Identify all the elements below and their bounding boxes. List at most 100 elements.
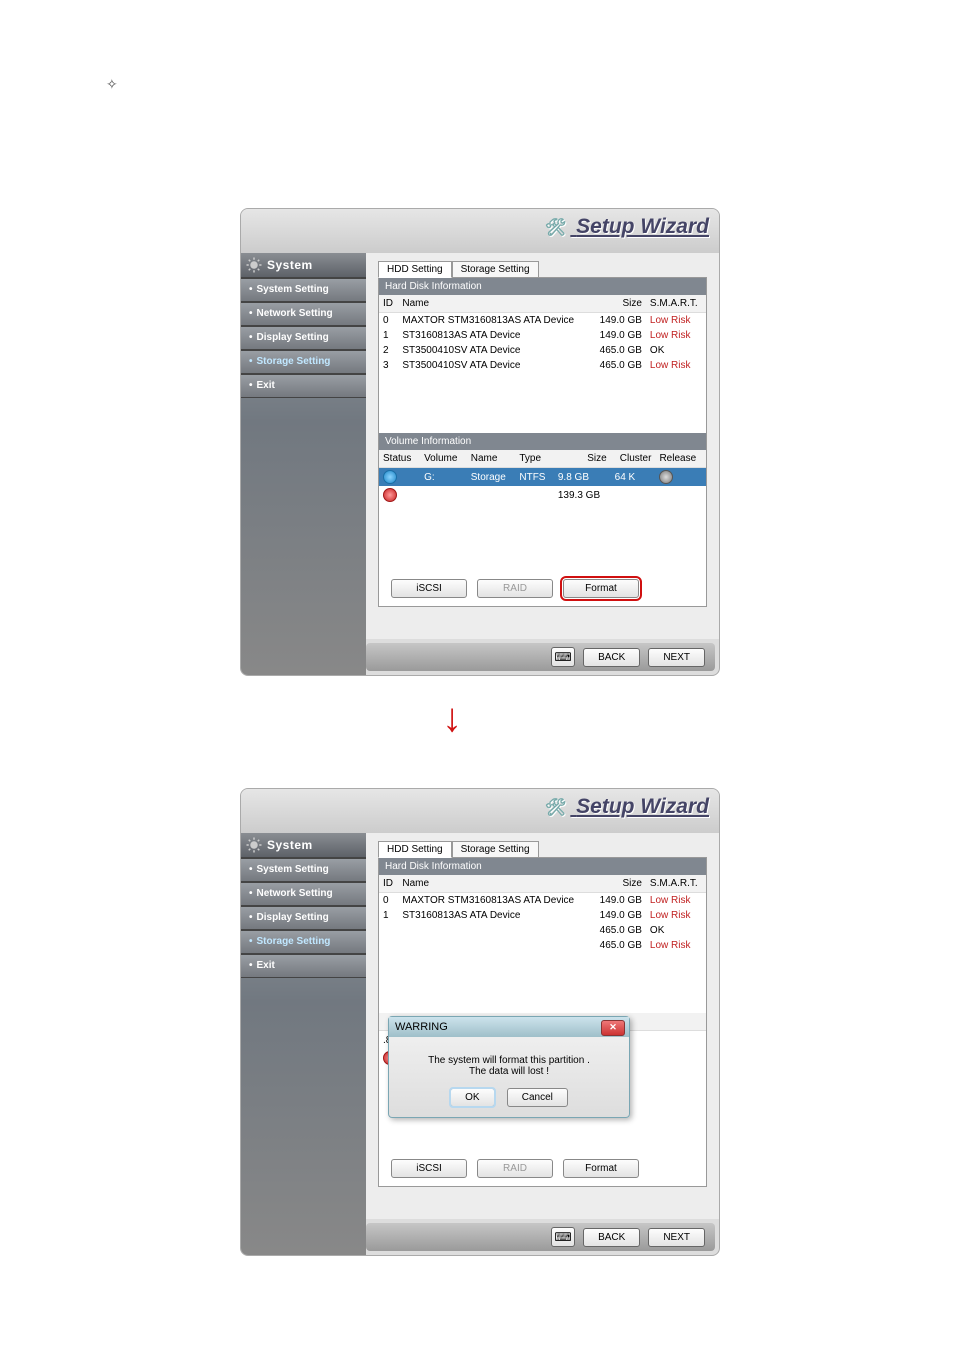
col-id: ID [379, 295, 398, 313]
hdd-section-title: Hard Disk Information [379, 858, 706, 875]
next-button[interactable]: NEXT [648, 1228, 705, 1247]
sidebar-item-system-setting[interactable]: •System Setting [241, 278, 366, 302]
dialog-message-line1: The system will format this partition . [399, 1055, 619, 1066]
volume-section-title: Volume Information [379, 433, 706, 450]
setup-wizard-window-2: 🛠 Setup Wizard System •System Setting •N… [240, 788, 720, 1256]
dialog-cancel-button[interactable]: Cancel [507, 1088, 568, 1107]
status-error-icon [383, 488, 397, 502]
content-panel: HDD Setting Storage Setting Hard Disk In… [366, 833, 719, 1219]
hdd-row[interactable]: 3ST3500410SV ATA Device465.0 GBLow Risk [379, 358, 706, 373]
sidebar-item-display-setting[interactable]: •Display Setting [241, 326, 366, 350]
col-cluster: Cluster [611, 450, 656, 468]
setup-wizard-window-1: 🛠 Setup Wizard System •System Setting •N… [240, 208, 720, 676]
action-buttons: iSCSI RAID Format [391, 579, 639, 598]
sidebar-heading: System [241, 833, 366, 858]
col-release: Release [655, 450, 706, 468]
gear-icon [245, 256, 263, 274]
tabs: HDD Setting Storage Setting [378, 261, 719, 278]
content-panel: HDD Setting Storage Setting Hard Disk In… [366, 253, 719, 639]
action-buttons: iSCSI RAID Format [391, 1159, 639, 1178]
col-name: Name [398, 875, 591, 893]
dialog-message-line2: The data will lost ! [399, 1066, 619, 1077]
tabs: HDD Setting Storage Setting [378, 841, 719, 858]
sidebar-item-storage-setting[interactable]: •Storage Setting [241, 930, 366, 954]
format-button[interactable]: Format [563, 579, 639, 598]
sidebar-heading: System [241, 253, 366, 278]
sidebar: System •System Setting •Network Setting … [241, 253, 366, 675]
hdd-row[interactable]: 2ST3500410SV ATA Device465.0 GBOK [379, 343, 706, 358]
tab-storage-setting[interactable]: Storage Setting [452, 841, 539, 858]
hdd-row[interactable]: 1ST3160813AS ATA Device149.0 GBLow Risk [379, 328, 706, 343]
next-button[interactable]: NEXT [648, 648, 705, 667]
sidebar-item-exit[interactable]: •Exit [241, 954, 366, 978]
tab-hdd-setting[interactable]: HDD Setting [378, 841, 452, 858]
hdd-row[interactable]: 0MAXTOR STM3160813AS ATA Device149.0 GBL… [379, 893, 706, 909]
sidebar-item-display-setting[interactable]: •Display Setting [241, 906, 366, 930]
volume-row[interactable]: 139.3 GB [379, 486, 706, 504]
vol-header-row: Status Volume Name Type Size Cluster Rel… [379, 450, 706, 468]
col-size: Size [592, 875, 646, 893]
format-button[interactable]: Format [563, 1159, 639, 1178]
dialog-titlebar: WARRING ✕ [389, 1017, 629, 1037]
hdd-row[interactable]: 465.0 GBOK [379, 923, 706, 938]
col-size: Size [554, 450, 611, 468]
warning-dialog: WARRING ✕ The system will format this pa… [388, 1016, 630, 1118]
dialog-buttons: OK Cancel [389, 1085, 629, 1117]
dialog-title-text: WARRING [395, 1021, 448, 1033]
tab-panel: Hard Disk Information ID Name Size S.M.A… [378, 277, 707, 607]
hdd-row[interactable]: 465.0 GBLow Risk [379, 938, 706, 953]
col-type: Type [515, 450, 554, 468]
gear-icon [245, 836, 263, 854]
iscsi-button[interactable]: iSCSI [391, 1159, 467, 1178]
tab-storage-setting[interactable]: Storage Setting [452, 261, 539, 278]
raid-button[interactable]: RAID [477, 579, 553, 598]
col-status: Status [379, 450, 420, 468]
sidebar: System •System Setting •Network Setting … [241, 833, 366, 1255]
wizard-footer: ⌨ BACK NEXT [366, 1223, 715, 1251]
hdd-table: ID Name Size S.M.A.R.T. 0MAXTOR STM31608… [379, 295, 706, 373]
wizard-title-text: Setup Wizard [576, 795, 709, 818]
col-id: ID [379, 875, 398, 893]
wrench-icon: 🛠 [545, 798, 567, 818]
keyboard-icon[interactable]: ⌨ [551, 647, 575, 667]
wizard-header: 🛠 Setup Wizard [241, 209, 719, 253]
volume-table: Status Volume Name Type Size Cluster Rel… [379, 450, 706, 504]
raid-button[interactable]: RAID [477, 1159, 553, 1178]
back-button[interactable]: BACK [583, 648, 640, 667]
diamond-icon: ✧ [106, 76, 118, 93]
status-ok-icon [383, 470, 397, 484]
keyboard-icon[interactable]: ⌨ [551, 1227, 575, 1247]
sidebar-item-storage-setting[interactable]: •Storage Setting [241, 350, 366, 374]
sidebar-heading-text: System [267, 258, 313, 272]
hdd-header-row: ID Name Size S.M.A.R.T. [379, 875, 706, 893]
back-button[interactable]: BACK [583, 1228, 640, 1247]
dialog-body: The system will format this partition . … [389, 1037, 629, 1085]
col-smart: S.M.A.R.T. [646, 295, 706, 313]
dialog-close-button[interactable]: ✕ [601, 1020, 625, 1036]
hdd-header-row: ID Name Size S.M.A.R.T. [379, 295, 706, 313]
wrench-icon: 🛠 [545, 218, 567, 238]
wizard-footer: ⌨ BACK NEXT [366, 643, 715, 671]
dialog-ok-button[interactable]: OK [450, 1088, 494, 1107]
wizard-title: 🛠 Setup Wizard [545, 795, 709, 819]
wizard-header: 🛠 Setup Wizard [241, 789, 719, 833]
hdd-row[interactable]: 0MAXTOR STM3160813AS ATA Device149.0 GBL… [379, 313, 706, 329]
eject-icon[interactable] [659, 470, 673, 484]
col-name: Name [398, 295, 591, 313]
iscsi-button[interactable]: iSCSI [391, 579, 467, 598]
sidebar-item-network-setting[interactable]: •Network Setting [241, 302, 366, 326]
volume-row[interactable]: G: Storage NTFS 9.8 GB 64 K [379, 468, 706, 487]
sidebar-item-exit[interactable]: •Exit [241, 374, 366, 398]
tab-hdd-setting[interactable]: HDD Setting [378, 261, 452, 278]
sidebar-heading-text: System [267, 838, 313, 852]
hdd-section-title: Hard Disk Information [379, 278, 706, 295]
sidebar-item-system-setting[interactable]: •System Setting [241, 858, 366, 882]
wizard-title-text: Setup Wizard [576, 215, 709, 238]
hdd-row[interactable]: 1ST3160813AS ATA Device149.0 GBLow Risk [379, 908, 706, 923]
hdd-table: ID Name Size S.M.A.R.T. 0MAXTOR STM31608… [379, 875, 706, 953]
volume-section: Volume Information Status Volume Name Ty… [379, 433, 706, 574]
col-size: Size [592, 295, 646, 313]
arrow-down-icon: ↓ [442, 696, 462, 741]
col-volume: Volume [420, 450, 467, 468]
sidebar-item-network-setting[interactable]: •Network Setting [241, 882, 366, 906]
